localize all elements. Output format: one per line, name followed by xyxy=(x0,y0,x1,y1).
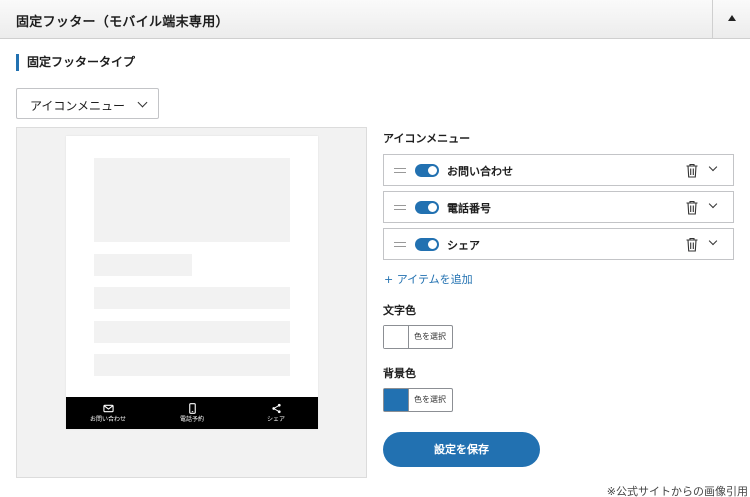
chevron-down-icon[interactable] xyxy=(708,162,718,172)
section-title: 固定フッタータイプ xyxy=(16,54,135,71)
trash-icon[interactable] xyxy=(685,237,699,252)
drag-handle-icon[interactable] xyxy=(394,205,406,210)
footer-item-phone: 電話予約 xyxy=(150,397,234,429)
menu-item-label: シェア xyxy=(447,239,480,252)
icon-menu-heading: アイコンメニュー xyxy=(383,132,471,145)
phone-preview: お問い合わせ 電話予約 シェア xyxy=(66,136,318,429)
footer-item-label: シェア xyxy=(266,416,285,423)
footer-item-label: 電話予約 xyxy=(179,416,204,423)
bg-color-label: 背景色 xyxy=(383,367,416,380)
footer-item-share: シェア xyxy=(234,397,318,429)
panel-title: 固定フッター（モバイル端末専用） xyxy=(16,15,229,30)
text-color-label: 文字色 xyxy=(383,304,416,317)
share-icon xyxy=(271,403,281,414)
add-item-link[interactable]: + アイテムを追加 xyxy=(384,271,473,287)
placeholder-title xyxy=(94,254,192,276)
caret-up-icon xyxy=(728,15,736,21)
menu-item-label: 電話番号 xyxy=(447,202,491,215)
collapse-button[interactable] xyxy=(712,0,750,39)
footer-item-label: お問い合わせ xyxy=(89,416,126,423)
color-picker-label: 色を選択 xyxy=(414,332,446,341)
text-color-picker[interactable]: 色を選択 xyxy=(383,325,453,349)
placeholder-line xyxy=(94,287,290,309)
enable-toggle[interactable] xyxy=(415,164,439,177)
menu-item-row: お問い合わせ xyxy=(383,154,734,186)
chevron-down-icon[interactable] xyxy=(708,199,718,209)
enable-toggle[interactable] xyxy=(415,201,439,214)
footer-item-contact: お問い合わせ xyxy=(66,397,150,429)
menu-item-label: お問い合わせ xyxy=(447,165,513,178)
text-color-swatch xyxy=(384,326,409,348)
phone-icon xyxy=(188,403,196,414)
mail-icon xyxy=(102,404,114,413)
trash-icon[interactable] xyxy=(685,200,699,215)
image-credit: ※公式サイトからの画像引用 xyxy=(606,485,748,497)
mobile-footer-bar: お問い合わせ 電話予約 シェア xyxy=(66,397,318,429)
placeholder-line xyxy=(94,354,290,376)
menu-item-row: 電話番号 xyxy=(383,191,734,223)
menu-item-row: シェア xyxy=(383,228,734,260)
placeholder-hero xyxy=(94,158,290,242)
enable-toggle[interactable] xyxy=(415,238,439,251)
bg-color-swatch xyxy=(384,389,409,411)
footer-type-value: アイコンメニュー xyxy=(30,99,126,113)
bg-color-picker[interactable]: 色を選択 xyxy=(383,388,453,412)
drag-handle-icon[interactable] xyxy=(394,168,406,173)
color-picker-label: 色を選択 xyxy=(414,395,446,404)
trash-icon[interactable] xyxy=(685,163,699,178)
drag-handle-icon[interactable] xyxy=(394,242,406,247)
placeholder-line xyxy=(94,321,290,343)
panel-header: 固定フッター（モバイル端末専用） xyxy=(0,0,750,39)
chevron-down-icon[interactable] xyxy=(708,236,718,246)
chevron-down-icon xyxy=(137,97,148,108)
preview-area: お問い合わせ 電話予約 シェア xyxy=(16,127,367,478)
footer-type-select[interactable]: アイコンメニュー xyxy=(16,88,159,119)
save-settings-button[interactable]: 設定を保存 xyxy=(383,432,540,467)
